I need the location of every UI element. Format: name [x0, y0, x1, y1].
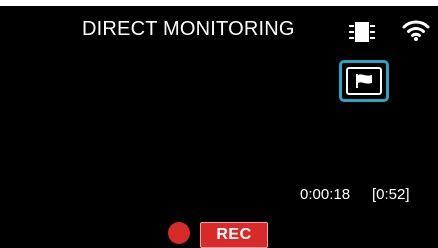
flag-icon-frame [346, 67, 382, 95]
monitoring-screen: DIRECT MONITORING 0:00:18 [0:52] REC [0, 6, 438, 248]
elapsed-timecode: 0:00:18 [300, 186, 351, 203]
memory-card-icon [347, 21, 377, 43]
record-dot-icon[interactable] [168, 222, 190, 244]
flag-icon [356, 74, 372, 88]
wifi-icon [402, 18, 430, 42]
screen-title: DIRECT MONITORING [82, 18, 295, 40]
flag-button[interactable] [339, 60, 389, 102]
remaining-time: [0:52] [372, 186, 410, 203]
rec-button[interactable]: REC [200, 222, 268, 248]
